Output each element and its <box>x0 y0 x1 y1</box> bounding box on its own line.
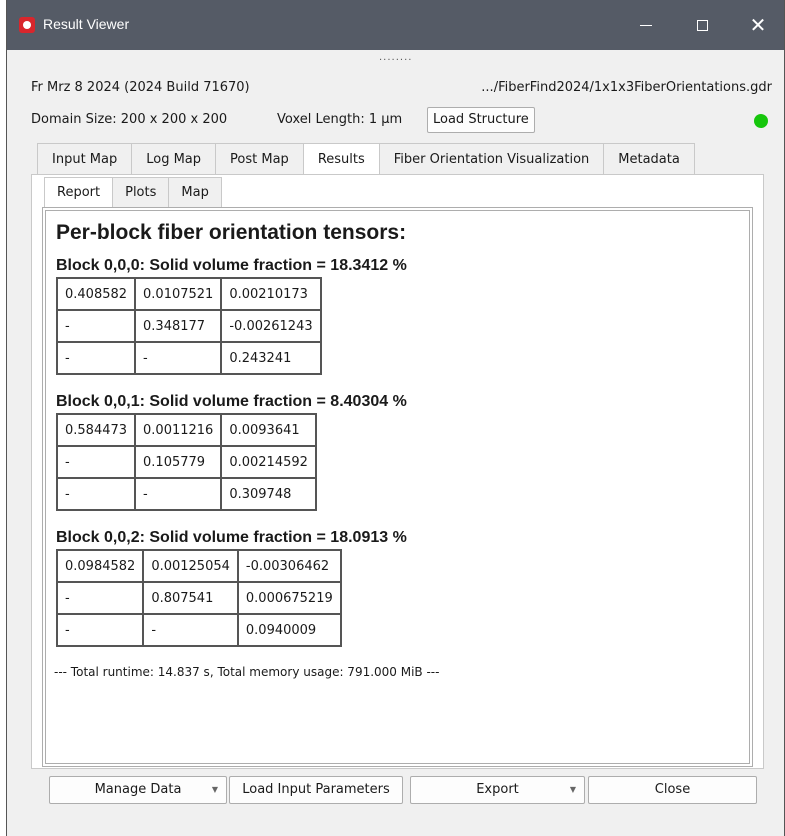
app-logo-icon <box>19 17 35 33</box>
report-view[interactable]: Per-block fiber orientation tensors: Blo… <box>45 210 750 764</box>
voxel-length: Voxel Length: 1 µm <box>277 112 403 127</box>
table-cell: 0.105779 <box>135 446 222 478</box>
close-icon: ✕ <box>749 13 767 37</box>
block-title: Block 0,0,1: Solid volume fraction = 8.4… <box>56 393 407 410</box>
table-row: - - 0.243241 <box>57 342 321 374</box>
table-cell: - <box>57 342 136 374</box>
table-cell: - <box>135 478 222 510</box>
tab-results[interactable]: Results <box>302 143 380 176</box>
subtab-report[interactable]: Report <box>44 177 114 208</box>
load-structure-button[interactable]: Load Structure <box>427 107 535 133</box>
table-cell: 0.00214592 <box>221 446 316 478</box>
manage-data-label: Manage Data <box>94 782 182 797</box>
close-button[interactable]: Close <box>588 776 757 804</box>
table-row: 0.0984582 0.00125054 -0.00306462 <box>57 550 341 582</box>
tab-log-map[interactable]: Log Map <box>131 143 217 175</box>
minimize-icon <box>640 24 652 26</box>
tensor-table: 0.408582 0.0107521 0.00210173 - 0.348177… <box>56 277 322 375</box>
table-cell: - <box>143 614 238 646</box>
table-row: - 0.348177 -0.00261243 <box>57 310 321 342</box>
tab-post-map[interactable]: Post Map <box>215 143 304 175</box>
status-indicator <box>754 114 768 128</box>
table-cell: - <box>57 614 144 646</box>
export-button[interactable]: Export ▼ <box>410 776 585 804</box>
report-heading: Per-block fiber orientation tensors: <box>56 221 407 244</box>
subtab-plots[interactable]: Plots <box>112 177 170 207</box>
table-cell: 0.00125054 <box>143 550 238 582</box>
results-panel: Report Plots Map Per-block fiber orienta… <box>31 174 764 769</box>
table-row: - 0.105779 0.00214592 <box>57 446 316 478</box>
splitter-handle[interactable]: ........ <box>379 52 412 63</box>
table-cell: - <box>57 310 136 342</box>
manage-data-button[interactable]: Manage Data ▼ <box>49 776 227 804</box>
tensor-table: 0.0984582 0.00125054 -0.00306462 - 0.807… <box>56 549 342 647</box>
table-cell: 0.309748 <box>221 478 316 510</box>
export-label: Export <box>476 782 519 797</box>
table-row: - - 0.0940009 <box>57 614 341 646</box>
window-title: Result Viewer <box>43 16 130 32</box>
file-path: .../FiberFind2024/1x1x3FiberOrientations… <box>481 80 772 95</box>
table-cell: 0.0940009 <box>237 614 341 646</box>
chevron-down-icon[interactable]: ▼ <box>570 777 576 803</box>
load-input-parameters-button[interactable]: Load Input Parameters <box>229 776 403 804</box>
table-cell: - <box>57 446 136 478</box>
table-cell: 0.243241 <box>221 342 321 374</box>
table-cell: - <box>57 478 136 510</box>
table-cell: 0.0984582 <box>57 550 144 582</box>
table-cell: 0.807541 <box>143 582 238 614</box>
block-title: Block 0,0,0: Solid volume fraction = 18.… <box>56 257 407 274</box>
table-cell: 0.00210173 <box>221 278 321 310</box>
build-info: Fr Mrz 8 2024 (2024 Build 71670) <box>31 80 250 95</box>
table-cell: -0.00261243 <box>221 310 321 342</box>
table-cell: - <box>135 342 222 374</box>
table-cell: 0.0011216 <box>135 414 222 446</box>
chevron-down-icon[interactable]: ▼ <box>212 777 218 803</box>
report-frame: Per-block fiber orientation tensors: Blo… <box>42 207 753 767</box>
table-cell: 0.348177 <box>135 310 222 342</box>
tab-fiber-orientation-visualization[interactable]: Fiber Orientation Visualization <box>378 143 605 175</box>
results-subtabs: Report Plots Map <box>44 177 222 208</box>
table-cell: 0.584473 <box>57 414 136 446</box>
minimize-button[interactable] <box>623 0 669 50</box>
tab-metadata[interactable]: Metadata <box>603 143 695 175</box>
domain-size: Domain Size: 200 x 200 x 200 <box>31 112 228 127</box>
table-cell: 0.0107521 <box>135 278 222 310</box>
table-row: - - 0.309748 <box>57 478 316 510</box>
tab-input-map[interactable]: Input Map <box>37 143 133 175</box>
table-cell: 0.0093641 <box>221 414 316 446</box>
subtab-map[interactable]: Map <box>168 177 222 207</box>
tensor-table: 0.584473 0.0011216 0.0093641 - 0.105779 … <box>56 413 317 511</box>
table-cell: 0.000675219 <box>237 582 341 614</box>
table-row: - 0.807541 0.000675219 <box>57 582 341 614</box>
table-cell: - <box>57 582 144 614</box>
table-row: 0.408582 0.0107521 0.00210173 <box>57 278 321 310</box>
main-tabs: Input Map Log Map Post Map Results Fiber… <box>37 143 695 176</box>
title-bar[interactable]: Result Viewer ✕ <box>7 0 784 50</box>
maximize-icon <box>696 19 708 31</box>
runtime-summary: --- Total runtime: 14.837 s, Total memor… <box>54 665 440 679</box>
close-window-button[interactable]: ✕ <box>735 0 781 50</box>
maximize-button[interactable] <box>679 0 725 50</box>
table-cell: 0.408582 <box>57 278 136 310</box>
table-row: 0.584473 0.0011216 0.0093641 <box>57 414 316 446</box>
table-cell: -0.00306462 <box>237 550 341 582</box>
bottom-button-bar: Manage Data ▼ Load Input Parameters Expo… <box>7 776 784 806</box>
result-viewer-window: Result Viewer ✕ ........ Fr Mrz 8 2024 (… <box>6 0 785 836</box>
block-title: Block 0,0,2: Solid volume fraction = 18.… <box>56 529 407 546</box>
